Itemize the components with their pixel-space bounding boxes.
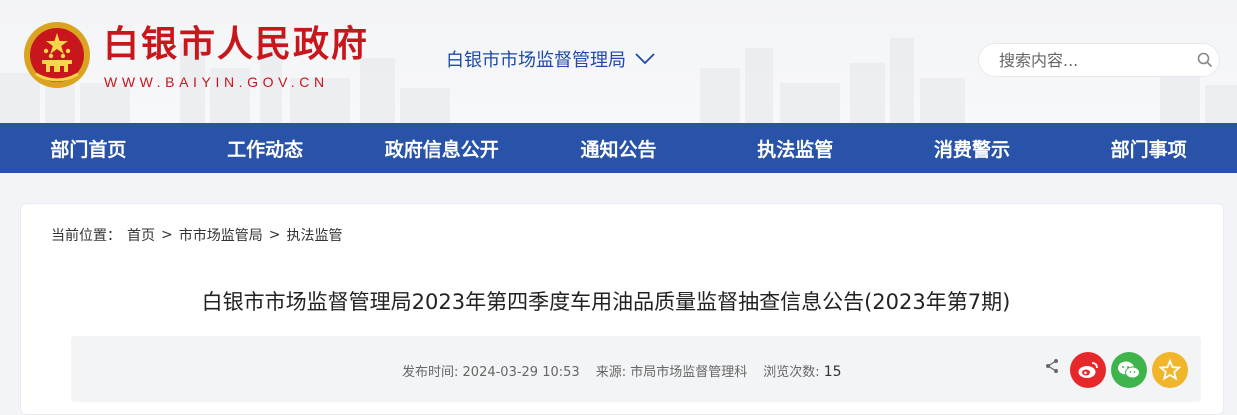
- nav-item-notices[interactable]: 通知公告: [530, 123, 707, 173]
- search-box: [978, 43, 1220, 77]
- nav-item-home[interactable]: 部门首页: [0, 123, 177, 173]
- article-title: 白银市市场监督管理局2023年第四季度车用油品质量监督抽查信息公告(2023年第…: [201, 290, 1011, 314]
- share-wechat-button[interactable]: [1111, 352, 1147, 388]
- breadcrumb: 当前位置： 首页 > 市市场监管局 > 执法监管: [51, 225, 342, 245]
- chevron-down-icon: [635, 53, 655, 65]
- site-url: WWW.BAIYIN.GOV.CN: [104, 74, 329, 90]
- publish-time-label: 发布时间:: [402, 365, 459, 380]
- article-card: 当前位置： 首页 > 市市场监管局 > 执法监管 白银市市场监督管理局2023年…: [20, 203, 1224, 415]
- site-header: 白银市人民政府 WWW.BAIYIN.GOV.CN 白银市市场监督管理局: [0, 0, 1237, 123]
- share-icon[interactable]: [1044, 358, 1060, 374]
- source-label: 来源:: [595, 365, 627, 380]
- publish-time: 发布时间: 2024-03-29 10:53: [402, 361, 580, 380]
- department-name: 白银市市场监督管理局: [446, 50, 626, 71]
- source-value: 市局市场监督管理科: [630, 365, 748, 380]
- publish-time-value: 2024-03-29 10:53: [462, 365, 580, 380]
- national-emblem-icon: [24, 22, 90, 88]
- favorite-star-icon: [1159, 359, 1181, 381]
- site-name[interactable]: 白银市人民政府: [103, 22, 369, 66]
- wechat-icon: [1118, 361, 1140, 379]
- weibo-icon: [1078, 362, 1098, 378]
- breadcrumb-enforcement[interactable]: 执法监管: [286, 225, 342, 245]
- view-count-value: 15: [823, 364, 842, 380]
- article-meta: 发布时间: 2024-03-29 10:53 来源: 市局市场监督管理科 浏览次…: [402, 361, 842, 380]
- main-nav: 部门首页 工作动态 政府信息公开 通知公告 执法监管 消费警示 部门事项: [0, 123, 1237, 173]
- view-count: 浏览次数: 15: [763, 361, 841, 380]
- nav-item-enforcement[interactable]: 执法监管: [707, 123, 884, 173]
- breadcrumb-separator: >: [268, 227, 281, 243]
- breadcrumb-home[interactable]: 首页: [127, 225, 155, 245]
- nav-item-work-news[interactable]: 工作动态: [177, 123, 354, 173]
- favorite-button[interactable]: [1152, 352, 1188, 388]
- breadcrumb-department[interactable]: 市市场监管局: [179, 225, 263, 245]
- search-icon: [1197, 52, 1213, 68]
- source: 来源: 市局市场监督管理科: [596, 361, 748, 380]
- nav-item-dept-affairs[interactable]: 部门事项: [1060, 123, 1237, 173]
- search-button[interactable]: [1191, 45, 1219, 75]
- nav-item-consumer-alerts[interactable]: 消费警示: [884, 123, 1061, 173]
- department-switcher[interactable]: 白银市市场监督管理局: [446, 45, 656, 73]
- share-weibo-button[interactable]: [1070, 352, 1106, 388]
- breadcrumb-prefix: 当前位置：: [51, 228, 121, 244]
- nav-item-gov-info[interactable]: 政府信息公开: [353, 123, 530, 173]
- search-input[interactable]: [997, 49, 1191, 71]
- view-count-label: 浏览次数:: [763, 365, 820, 380]
- breadcrumb-separator: >: [161, 227, 173, 243]
- article-meta-bar: 发布时间: 2024-03-29 10:53 来源: 市局市场监督管理科 浏览次…: [71, 336, 1201, 402]
